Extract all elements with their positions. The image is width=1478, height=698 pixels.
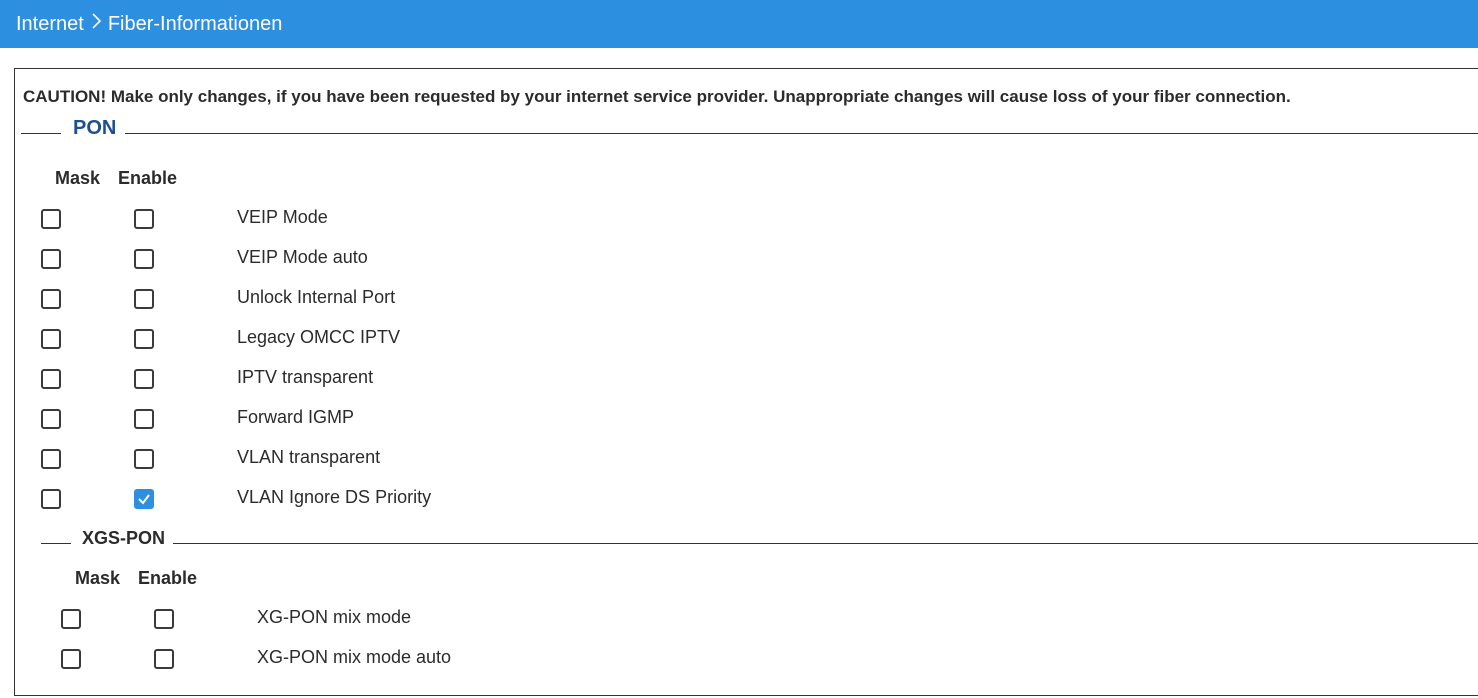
pon-enable-checkbox-vlan-transparent[interactable] — [134, 449, 154, 469]
pon-enable-checkbox-unlock-internal-port[interactable] — [134, 289, 154, 309]
pon-mask-checkbox-vlan-transparent[interactable] — [41, 449, 61, 469]
xgs-legend-line-right — [171, 543, 1478, 544]
pon-enable-header: Enable — [118, 168, 178, 188]
xgs-pon-section-title: XGS-PON — [74, 528, 174, 549]
pon-mask-checkbox-veip-mode-auto[interactable] — [41, 249, 61, 269]
pon-option-label: VLAN transparent — [237, 447, 381, 467]
xgs-enable-header: Enable — [138, 568, 198, 588]
pon-mask-header: Mask — [55, 168, 101, 188]
breadcrumb-internet-link[interactable]: Internet — [16, 13, 84, 36]
pon-enable-checkbox-iptv-transparent[interactable] — [134, 369, 154, 389]
xgs_pon-enable-checkbox-xg-pon-mix-mode[interactable] — [154, 609, 174, 629]
pon-enable-checkbox-veip-mode[interactable] — [134, 209, 154, 229]
caution-text: CAUTION! Make only changes, if you have … — [23, 87, 1291, 106]
pon-option-label: Forward IGMP — [237, 407, 355, 427]
pon-option-label: VEIP Mode auto — [237, 247, 368, 267]
pon-mask-checkbox-forward-igmp[interactable] — [41, 409, 61, 429]
pon-legend-line-left — [21, 133, 61, 134]
fiber-settings-panel: CAUTION! Make only changes, if you have … — [14, 68, 1478, 696]
pon-enable-checkbox-veip-mode-auto[interactable] — [134, 249, 154, 269]
pon-mask-checkbox-veip-mode[interactable] — [41, 209, 61, 229]
pon-enable-checkbox-forward-igmp[interactable] — [134, 409, 154, 429]
xgs_pon-option-label: XG-PON mix mode — [257, 607, 412, 627]
xgs_pon-mask-checkbox-xg-pon-mix-mode-auto[interactable] — [61, 649, 81, 669]
pon-mask-checkbox-legacy-omcc-iptv[interactable] — [41, 329, 61, 349]
pon-legend-line-right — [125, 133, 1478, 134]
xgs_pon-mask-checkbox-xg-pon-mix-mode[interactable] — [61, 609, 81, 629]
xgs-legend-line-left — [41, 543, 71, 544]
pon-option-label: IPTV transparent — [237, 367, 374, 387]
pon-mask-checkbox-iptv-transparent[interactable] — [41, 369, 61, 389]
checkmark-icon — [138, 494, 150, 505]
xgs_pon-option-label: XG-PON mix mode auto — [257, 647, 452, 667]
pon-option-label: VLAN Ignore DS Priority — [237, 487, 432, 507]
pon-enable-checkbox-legacy-omcc-iptv[interactable] — [134, 329, 154, 349]
pon-enable-checkbox-vlan-ignore-ds-priority[interactable] — [134, 489, 154, 509]
breadcrumb-current: Fiber-Informationen — [107, 12, 283, 35]
pon-option-label: VEIP Mode — [237, 207, 328, 227]
chevron-right-icon — [90, 11, 102, 37]
pon-section-title: PON — [65, 117, 125, 140]
pon-mask-checkbox-vlan-ignore-ds-priority[interactable] — [41, 489, 61, 509]
xgs-mask-header: Mask — [75, 568, 121, 588]
xgs_pon-enable-checkbox-xg-pon-mix-mode-auto[interactable] — [154, 649, 174, 669]
pon-option-label: Legacy OMCC IPTV — [237, 327, 401, 347]
pon-option-label: Unlock Internal Port — [237, 287, 396, 307]
header-bar: Internet Fiber-Informationen — [0, 0, 1478, 48]
pon-mask-checkbox-unlock-internal-port[interactable] — [41, 289, 61, 309]
